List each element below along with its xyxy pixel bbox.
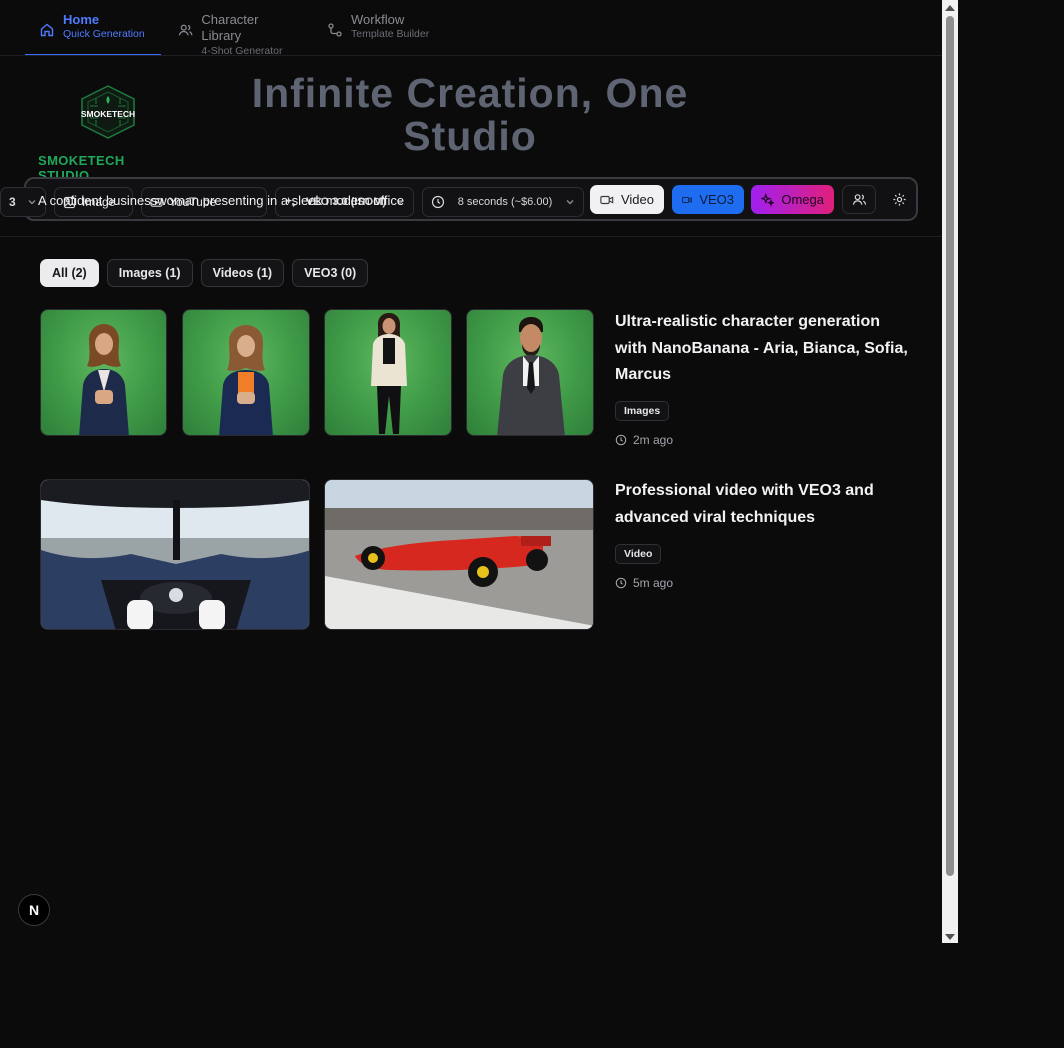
filter-all[interactable]: All (2) bbox=[40, 259, 99, 287]
cockpit-scene-icon bbox=[41, 480, 309, 629]
gear-icon bbox=[892, 193, 906, 206]
prompt-bar: 3 Image YouTube VEO 3.0 (ISOM) 8 seconds… bbox=[0, 177, 918, 221]
entry-title: Professional video with VEO3 and advance… bbox=[615, 482, 874, 526]
nav-item-home-subtitle: Quick Generation bbox=[63, 28, 145, 41]
character-sofia-image[interactable] bbox=[324, 309, 452, 436]
race-car-scene-icon bbox=[325, 480, 593, 629]
section-divider bbox=[0, 236, 942, 237]
entry-time-text: 2m ago bbox=[633, 433, 674, 447]
chevron-down-icon bbox=[566, 200, 574, 205]
entry-timestamp: 5m ago bbox=[615, 576, 673, 590]
omega-button-label: Omega bbox=[781, 192, 824, 207]
filter-videos[interactable]: Videos (1) bbox=[200, 259, 285, 287]
character-marcus-image[interactable] bbox=[466, 309, 594, 436]
workflow-icon bbox=[328, 23, 342, 37]
veo3-button[interactable]: VEO3 bbox=[672, 185, 744, 214]
woman-portrait-icon bbox=[219, 325, 273, 435]
sparkles-icon bbox=[761, 192, 775, 207]
prompt-input[interactable]: A confident businesswoman presenting in … bbox=[38, 193, 404, 208]
character-bianca-image[interactable] bbox=[182, 309, 310, 436]
logo-text: SMOKETECH bbox=[81, 109, 135, 119]
duration-value: 8 seconds (~$6.00) bbox=[457, 196, 553, 208]
clock-icon bbox=[431, 195, 445, 209]
cockpit-video-thumbnail[interactable] bbox=[40, 479, 310, 630]
entry-time-text: 5m ago bbox=[633, 576, 674, 590]
settings-button[interactable] bbox=[882, 185, 916, 214]
count-value: 3 bbox=[9, 195, 16, 209]
entry-title: Ultra-realistic character generation wit… bbox=[615, 313, 908, 383]
scroll-down-arrow-icon[interactable] bbox=[945, 934, 955, 940]
woman-portrait-icon bbox=[79, 324, 129, 435]
dev-tools-badge[interactable]: N bbox=[18, 894, 50, 926]
race-car-video-thumbnail[interactable] bbox=[324, 479, 594, 630]
nav-item-character-library[interactable]: Character Library 4-Shot Generator bbox=[164, 8, 312, 57]
users-icon bbox=[852, 194, 866, 205]
top-nav: Home Quick Generation Character Library … bbox=[0, 0, 942, 57]
filter-tabs: All (2) Images (1) Videos (1) VEO3 (0) bbox=[40, 259, 369, 287]
hero-title: Infinite Creation, One Studio bbox=[251, 70, 689, 159]
nav-item-character-library-subtitle: 4-Shot Generator bbox=[201, 44, 283, 57]
clock-icon bbox=[615, 577, 627, 589]
characters-button[interactable] bbox=[842, 185, 876, 214]
users-icon bbox=[178, 24, 193, 36]
character-aria-image[interactable] bbox=[40, 309, 167, 436]
scrollbar-thumb[interactable] bbox=[946, 16, 954, 876]
vertical-scrollbar[interactable] bbox=[942, 0, 958, 943]
video-button[interactable]: Video bbox=[590, 185, 664, 214]
brand-logo[interactable]: SMOKETECH SMOKETECH STUDIO bbox=[38, 84, 178, 183]
filter-images[interactable]: Images (1) bbox=[106, 259, 193, 287]
nav-item-character-library-title: Character Library bbox=[201, 12, 259, 44]
entry-timestamp: 2m ago bbox=[615, 433, 673, 447]
duration-select[interactable]: 8 seconds (~$6.00) bbox=[422, 187, 584, 217]
scroll-up-arrow-icon[interactable] bbox=[945, 5, 955, 11]
nav-item-workflow-title: Workflow bbox=[351, 12, 405, 27]
nav-item-workflow[interactable]: Workflow Template Builder bbox=[313, 8, 453, 55]
veo3-button-label: VEO3 bbox=[699, 192, 734, 207]
nav-item-workflow-subtitle: Template Builder bbox=[351, 28, 430, 41]
man-portrait-icon bbox=[497, 317, 565, 435]
video-camera-icon bbox=[600, 195, 614, 204]
clock-icon bbox=[615, 434, 627, 446]
smoketech-logo-icon: SMOKETECH bbox=[81, 85, 135, 139]
app-root: Home Quick Generation Character Library … bbox=[0, 0, 942, 1048]
nav-item-home-title: Home bbox=[63, 12, 100, 27]
chevron-down-icon bbox=[28, 200, 36, 205]
home-icon bbox=[40, 23, 54, 37]
entry-badge: Video bbox=[615, 544, 662, 564]
filter-veo3[interactable]: VEO3 (0) bbox=[292, 259, 369, 287]
video-camera-icon bbox=[682, 196, 692, 203]
nav-item-home[interactable]: Home Quick Generation bbox=[25, 8, 161, 55]
video-button-label: Video bbox=[620, 192, 654, 207]
entry-badge: Images bbox=[615, 401, 670, 421]
woman-portrait-icon bbox=[371, 313, 407, 434]
omega-button[interactable]: Omega bbox=[751, 185, 834, 214]
